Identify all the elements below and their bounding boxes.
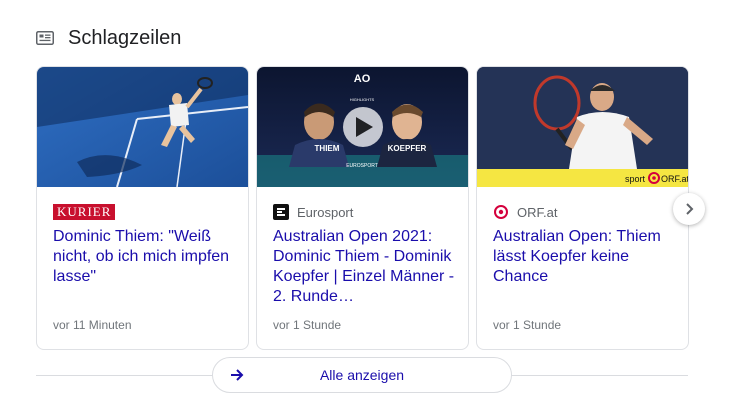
card-source: ORF.at	[493, 203, 557, 221]
card-thumbnail[interactable]	[37, 67, 248, 187]
section-header: Schlagzeilen	[36, 24, 181, 52]
source-name: ORF.at	[517, 204, 558, 220]
card-headline[interactable]: Dominic Thiem: "Weiß nicht, ob ich mich …	[53, 227, 241, 287]
card-timestamp: vor 1 Stunde	[493, 318, 562, 332]
news-card[interactable]: KURIER Dominic Thiem: "Weiß nicht, ob ic…	[36, 66, 249, 350]
section-title: Schlagzeilen	[68, 26, 182, 49]
carousel-next-button[interactable]	[673, 193, 705, 225]
player2-name: KOEPFER	[388, 144, 427, 153]
card-thumbnail[interactable]: AO HIGHLIGHTS THIEM KOEPFER EUROSPORT	[257, 67, 468, 187]
card-timestamp: vor 1 Stunde	[273, 318, 342, 332]
card-headline[interactable]: Australian Open 2021: Dominic Thiem - Do…	[273, 227, 461, 307]
ao-logo: AO	[354, 73, 371, 85]
card-timestamp: vor 11 Minuten	[53, 318, 132, 332]
eurosport-icon	[273, 204, 289, 220]
eurosport-watermark: EUROSPORT	[346, 163, 378, 169]
orf-icon	[493, 204, 509, 220]
orf-sport-label: sport	[625, 174, 646, 184]
highlights-text: HIGHLIGHTS	[350, 97, 375, 102]
news-icon	[36, 31, 54, 45]
news-card[interactable]: sport ORF.at ORF.at Australian Open: Thi…	[476, 66, 689, 350]
card-source: KURIER	[53, 203, 123, 221]
card-source: Eurosport	[273, 203, 353, 221]
show-all-button[interactable]: Alle anzeigen	[212, 357, 512, 393]
chevron-right-icon	[686, 203, 694, 215]
kurier-logo: KURIER	[53, 204, 116, 220]
play-icon[interactable]	[343, 107, 383, 147]
news-card[interactable]: AO HIGHLIGHTS THIEM KOEPFER EUROSPORT Eu…	[256, 66, 469, 350]
card-thumbnail[interactable]: sport ORF.at	[477, 67, 688, 187]
player1-name: THIEM	[315, 144, 340, 153]
source-name: Eurosport	[297, 204, 354, 220]
orf-brand-label: ORF.at	[661, 174, 688, 184]
show-all-label: Alle anzeigen	[319, 367, 405, 383]
card-headline[interactable]: Australian Open: Thiem lässt Koepfer kei…	[493, 227, 681, 287]
